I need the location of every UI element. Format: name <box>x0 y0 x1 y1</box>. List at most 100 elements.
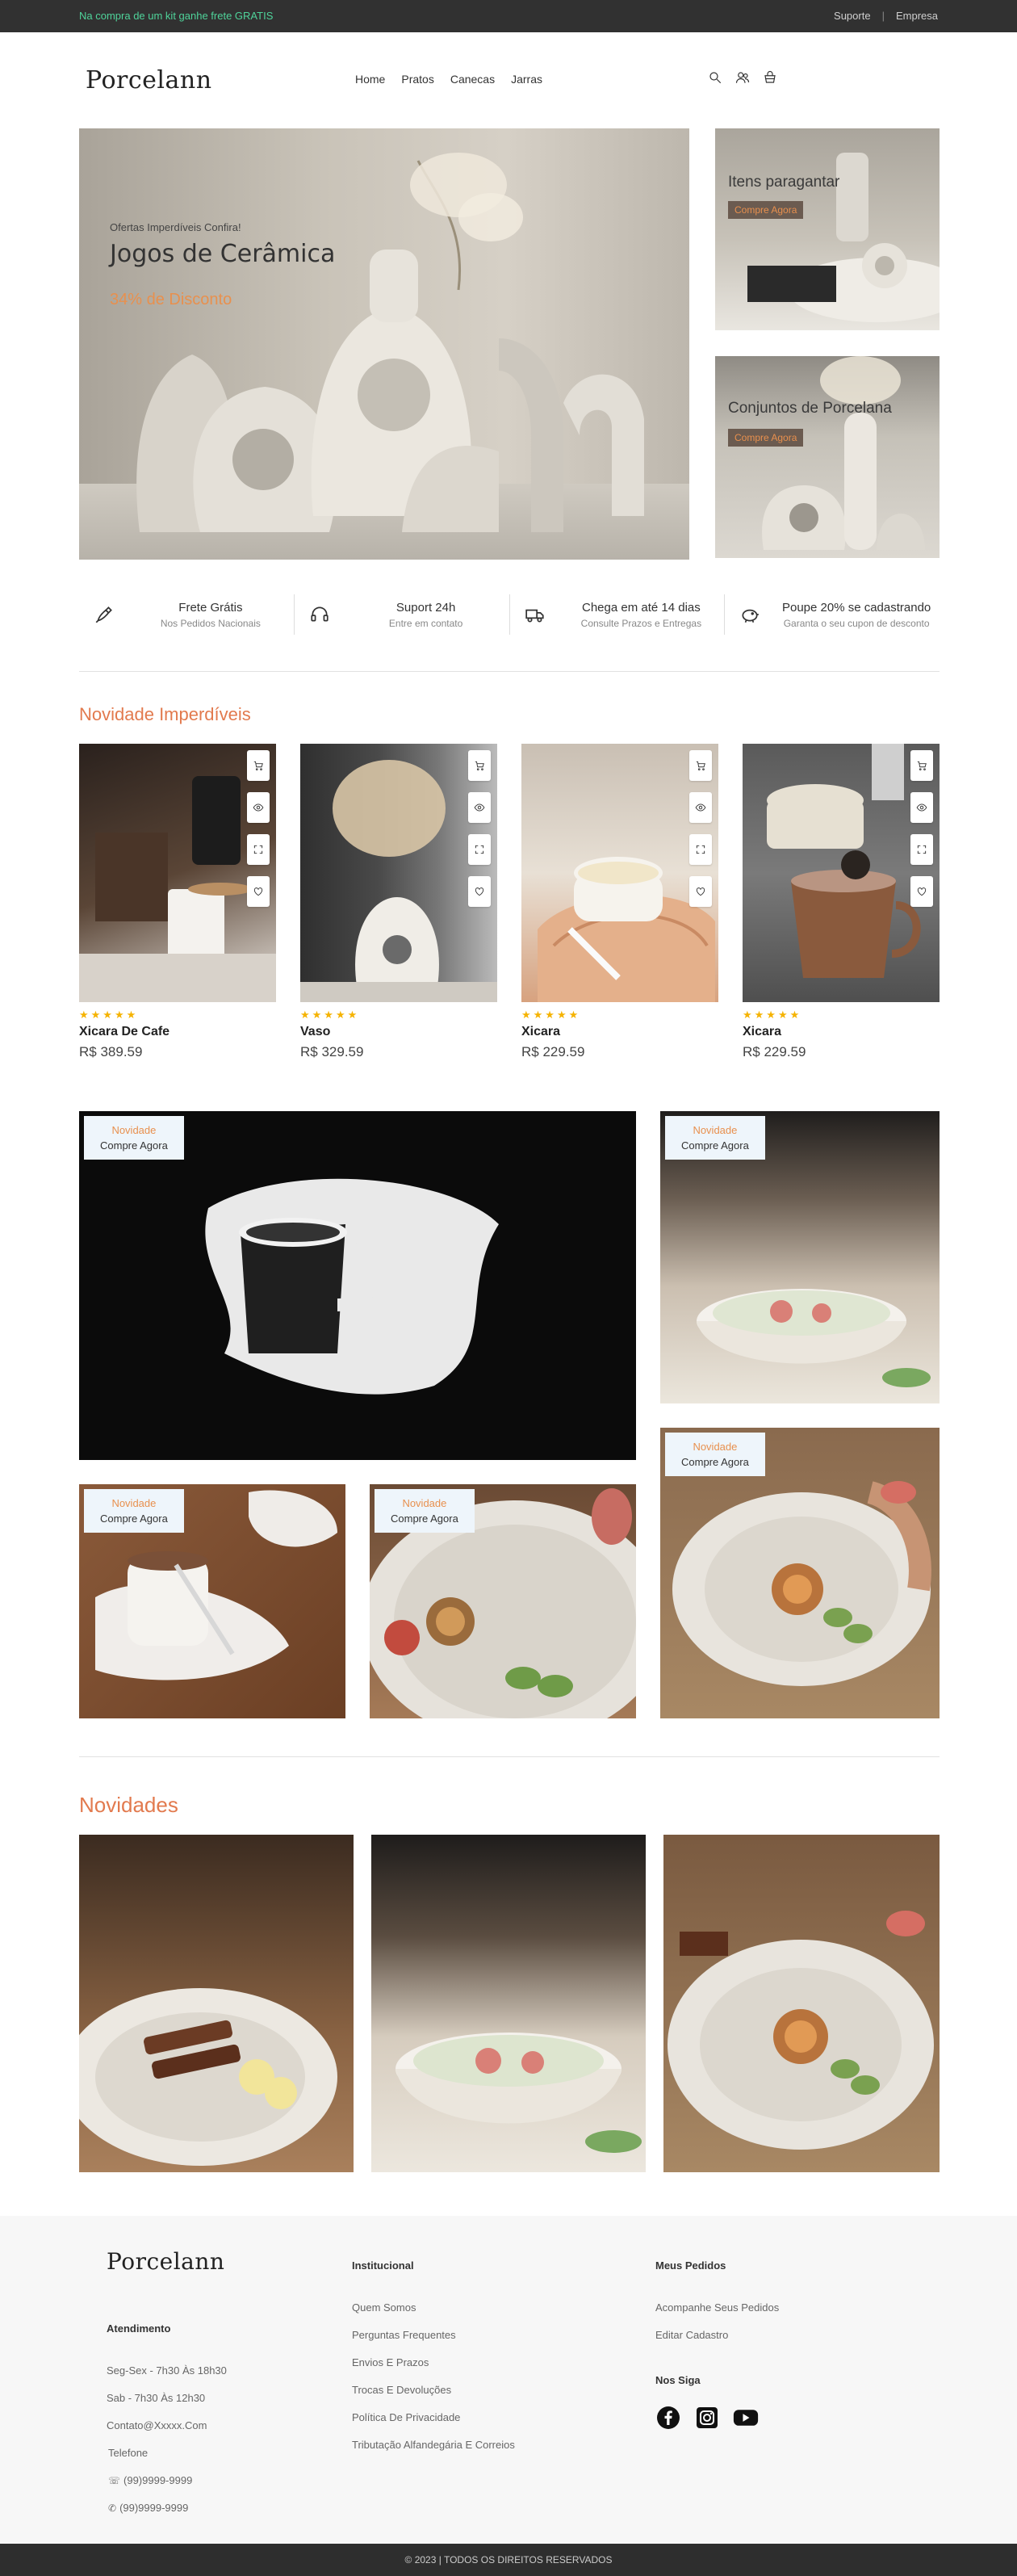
top-bar: Na compra de um kit ganhe frete GRATIS S… <box>0 0 1017 32</box>
product-card[interactable]: ★★★★★ Xicara R$ 229.59 <box>743 744 940 1067</box>
copyright-text: © 2023 | TODOS OS DIREITOS RESERVADOS <box>404 2554 613 2566</box>
product-card[interactable]: ★★★★★ Vaso R$ 329.59 <box>300 744 497 1067</box>
footer-link[interactable]: Trocas E Devoluções <box>352 2384 451 2396</box>
product-price: R$ 389.59 <box>79 1044 143 1059</box>
expand-button[interactable] <box>468 834 491 865</box>
product-card[interactable]: ★★★★★ Xicara R$ 229.59 <box>521 744 718 1067</box>
feature-subtitle: Consulte Prazos e Entregas <box>580 617 702 629</box>
gallery-tile[interactable]: Novidade Compre Agora <box>370 1484 636 1718</box>
product-name[interactable]: Xicara De Cafe <box>79 1025 276 1039</box>
hero-banner[interactable]: Ofertas Imperdíveis Confira! Jogos de Ce… <box>79 128 689 560</box>
quick-view-button[interactable] <box>247 792 270 823</box>
wishlist-button[interactable] <box>247 876 270 907</box>
gallery-badge[interactable]: Novidade Compre Agora <box>375 1489 475 1533</box>
quick-view-button[interactable] <box>468 792 491 823</box>
separator: | <box>881 10 885 22</box>
feature-subtitle: Nos Pedidos Nacionais <box>160 617 261 629</box>
quick-view-button[interactable] <box>910 792 933 823</box>
cart-icon[interactable] <box>762 69 778 86</box>
expand-button[interactable] <box>910 834 933 865</box>
badge-cta[interactable]: Compre Agora <box>681 1139 749 1152</box>
product-name[interactable]: Vaso <box>300 1025 497 1039</box>
expand-button[interactable] <box>247 834 270 865</box>
nav-pratos[interactable]: Pratos <box>401 73 433 86</box>
headset-icon <box>311 606 329 622</box>
side-card-image <box>762 356 925 550</box>
rating-stars: ★★★★★ <box>743 1009 802 1021</box>
product-price: R$ 329.59 <box>300 1044 364 1059</box>
wishlist-button[interactable] <box>468 876 491 907</box>
user-icon[interactable] <box>734 69 751 86</box>
support-link[interactable]: Suporte <box>834 10 871 22</box>
side-card-porcelain[interactable]: Conjuntos de Porcelana Compre Agora <box>715 356 940 558</box>
nav-canecas[interactable]: Canecas <box>450 73 495 86</box>
gallery-tile[interactable]: Novidade Compre Agora <box>660 1111 940 1403</box>
footer-link[interactable]: Acompanhe Seus Pedidos <box>655 2301 779 2314</box>
add-to-cart-button[interactable] <box>689 750 712 781</box>
site-logo[interactable]: Porcelann <box>86 66 212 94</box>
product-image[interactable] <box>521 744 718 1002</box>
add-to-cart-button[interactable] <box>247 750 270 781</box>
footer-link[interactable]: Editar Cadastro <box>655 2329 728 2341</box>
pedidos-title: Meus Pedidos <box>655 2259 726 2272</box>
badge-cta[interactable]: Compre Agora <box>391 1512 458 1525</box>
product-image[interactable] <box>300 744 497 1002</box>
product-image[interactable] <box>79 744 276 1002</box>
novidades-image[interactable] <box>371 1835 646 2172</box>
side-card-label: Conjuntos de Porcelana <box>728 400 892 417</box>
divider <box>79 1756 940 1757</box>
product-name[interactable]: Xicara <box>743 1025 940 1039</box>
badge-cta[interactable]: Compre Agora <box>100 1139 168 1152</box>
gallery-badge[interactable]: Novidade Compre Agora <box>84 1116 184 1160</box>
gallery-tile[interactable]: Novidade Compre Agora <box>79 1111 636 1460</box>
search-icon[interactable] <box>707 69 723 86</box>
footer-link[interactable]: Envios E Prazos <box>352 2356 429 2368</box>
side-card-buy-button[interactable]: Compre Agora <box>728 201 804 219</box>
whatsapp-line[interactable]: ☏ (99)9999-9999 <box>108 2474 192 2486</box>
footer-logo[interactable]: Porcelann <box>107 2248 224 2275</box>
footer-link[interactable]: Perguntas Frequentes <box>352 2329 456 2341</box>
instagram-icon[interactable] <box>694 2405 720 2431</box>
quick-view-button[interactable] <box>689 792 712 823</box>
gallery-badge[interactable]: Novidade Compre Agora <box>84 1489 184 1533</box>
add-to-cart-button[interactable] <box>468 750 491 781</box>
copyright-bar: © 2023 | TODOS OS DIREITOS RESERVADOS <box>0 2544 1017 2576</box>
expand-button[interactable] <box>689 834 712 865</box>
product-name[interactable]: Xicara <box>521 1025 718 1039</box>
phone-number[interactable]: (99)9999-9999 <box>119 2502 188 2514</box>
wishlist-button[interactable] <box>910 876 933 907</box>
gallery-badge[interactable]: Novidade Compre Agora <box>665 1116 765 1160</box>
footer-link[interactable]: Quem Somos <box>352 2301 416 2314</box>
gallery-photo <box>205 1178 499 1395</box>
promo-text: Na compra de um kit ganhe frete GRATIS <box>79 10 274 22</box>
gallery-tile[interactable]: Novidade Compre Agora <box>79 1484 345 1718</box>
nav-home[interactable]: Home <box>355 73 385 86</box>
badge-new: Novidade <box>111 1497 157 1509</box>
hours-weekday: Seg-Sex - 7h30 Às 18h30 <box>107 2364 227 2377</box>
gallery-badge[interactable]: Novidade Compre Agora <box>665 1433 765 1476</box>
youtube-icon[interactable] <box>733 2405 759 2431</box>
nav-jarras[interactable]: Jarras <box>511 73 542 86</box>
rating-stars: ★★★★★ <box>79 1009 139 1021</box>
wishlist-button[interactable] <box>689 876 712 907</box>
badge-cta[interactable]: Compre Agora <box>681 1456 749 1468</box>
whatsapp-number[interactable]: (99)9999-9999 <box>123 2474 192 2486</box>
footer-link[interactable]: Tributação Alfandegária E Correios <box>352 2439 515 2451</box>
contact-email[interactable]: Contato@Xxxxx.Com <box>107 2419 207 2431</box>
product-card[interactable]: ★★★★★ Xicara De Cafe R$ 389.59 <box>79 744 276 1067</box>
phone-line[interactable]: ✆ (99)9999-9999 <box>108 2502 188 2514</box>
novidades-image[interactable] <box>79 1835 354 2172</box>
side-card-buy-button[interactable]: Compre Agora <box>728 429 804 447</box>
side-card-items[interactable]: Itens paragantar Compre Agora <box>715 128 940 330</box>
company-link[interactable]: Empresa <box>896 10 938 22</box>
piggy-bank-icon <box>742 609 760 623</box>
product-image[interactable] <box>743 744 940 1002</box>
feature-free-shipping: Frete Grátis Nos Pedidos Nacionais <box>79 594 295 635</box>
facebook-icon[interactable] <box>655 2405 681 2431</box>
novidades-image[interactable] <box>663 1835 940 2172</box>
gallery-tile[interactable]: Novidade Compre Agora <box>660 1428 940 1718</box>
badge-cta[interactable]: Compre Agora <box>100 1512 168 1525</box>
add-to-cart-button[interactable] <box>910 750 933 781</box>
footer-link[interactable]: Política De Privacidade <box>352 2411 460 2423</box>
novidades-photo <box>79 1988 337 2166</box>
